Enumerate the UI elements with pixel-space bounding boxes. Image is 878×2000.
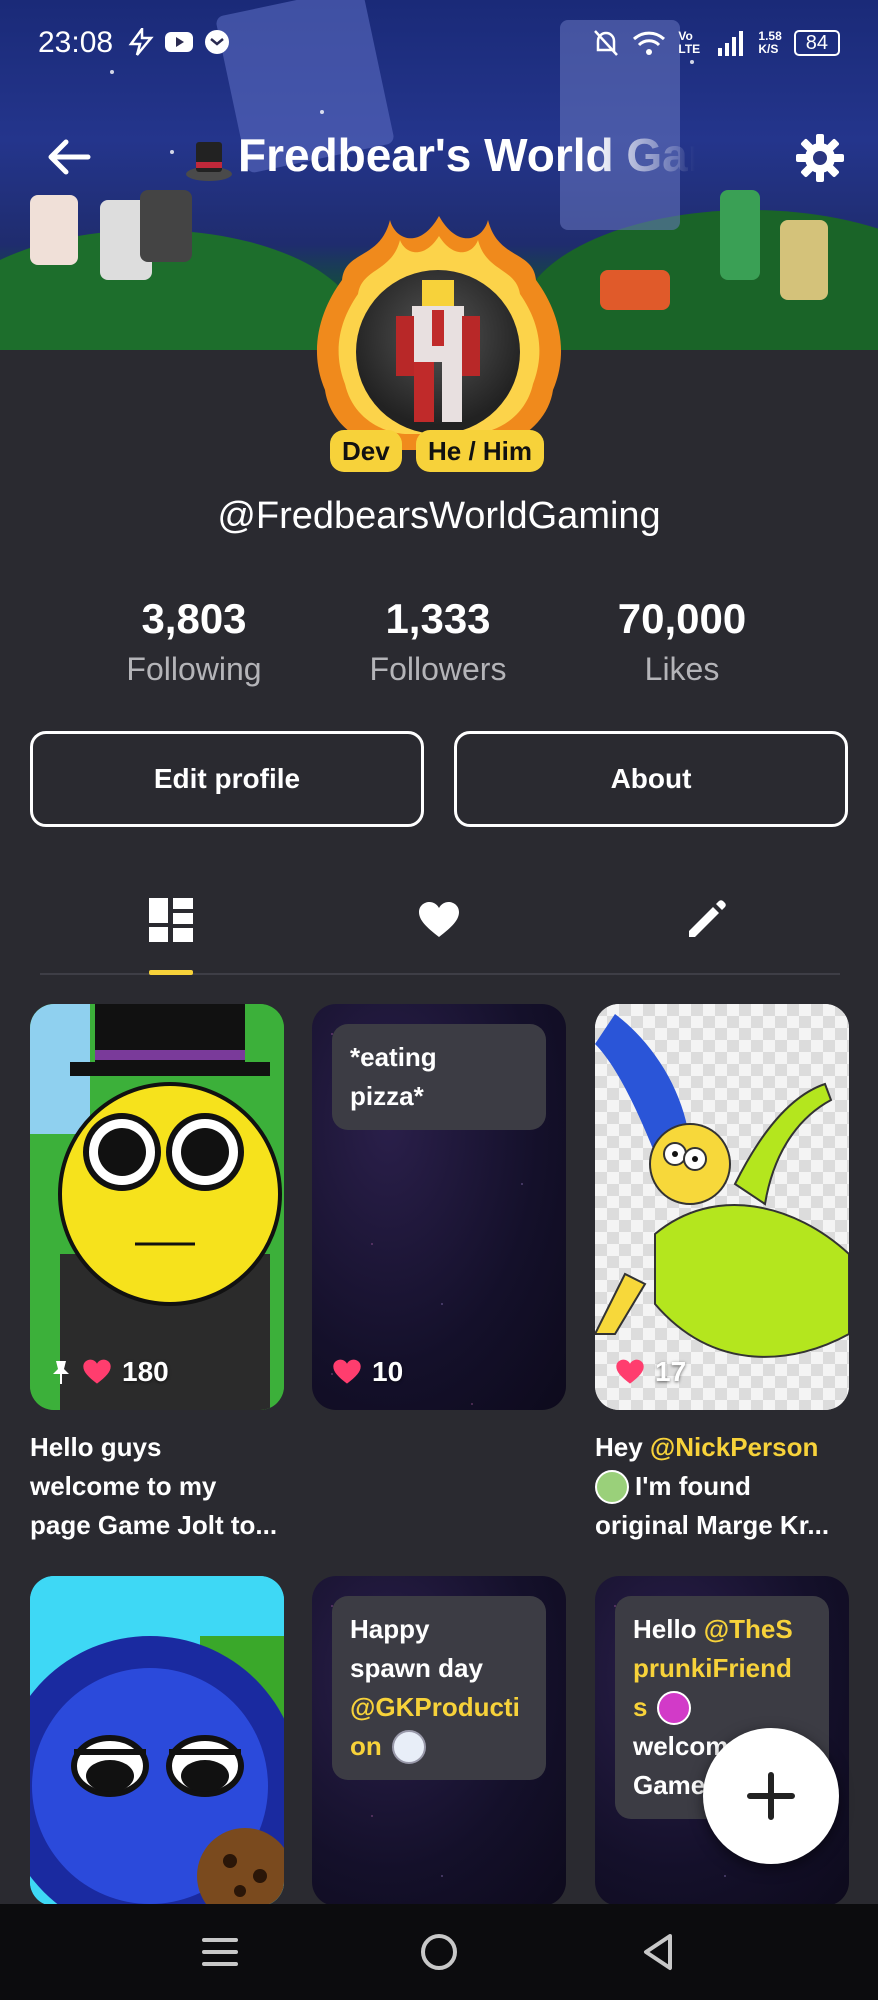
mute-bell-icon bbox=[594, 30, 619, 56]
post-thumbnail bbox=[30, 1576, 284, 1906]
mail-badge-icon bbox=[205, 30, 229, 54]
menu-icon bbox=[202, 1938, 238, 1966]
post-likes: 10 bbox=[332, 1356, 403, 1388]
system-indicators: Vo LTE 1.58 K/S 84 bbox=[592, 28, 840, 58]
like-count: 180 bbox=[122, 1356, 169, 1387]
caption-line: I'm found bbox=[635, 1471, 751, 1501]
heart-icon bbox=[616, 1359, 644, 1384]
mention-link[interactable]: @TheS bbox=[704, 1614, 793, 1644]
bubble-line: spawn day bbox=[350, 1653, 483, 1683]
pronouns-badge: He / Him bbox=[416, 430, 545, 472]
settings-button[interactable] bbox=[794, 132, 846, 184]
youtube-icon bbox=[165, 32, 193, 52]
caption-line: page Game Jolt to... bbox=[30, 1510, 278, 1540]
bolt-icon bbox=[128, 28, 154, 56]
signal-icon bbox=[718, 31, 744, 56]
pin-icon bbox=[53, 1361, 69, 1384]
edit-profile-button[interactable]: Edit profile bbox=[30, 731, 424, 827]
tab-liked[interactable] bbox=[409, 890, 469, 950]
emoji-avatar-icon bbox=[657, 1690, 692, 1725]
avatar-character bbox=[396, 280, 480, 422]
tab-posts-drafts[interactable] bbox=[676, 890, 736, 950]
clock: 23:08 bbox=[38, 26, 114, 59]
top-app-bar: Fredbear's World Gaming bbox=[0, 120, 878, 200]
pencil-icon bbox=[689, 900, 726, 937]
dashboard-grid-icon bbox=[149, 898, 193, 942]
followers-label: Followers bbox=[369, 651, 507, 687]
dev-badge: Dev bbox=[330, 430, 402, 472]
create-post-button[interactable] bbox=[703, 1728, 839, 1864]
like-count: 10 bbox=[372, 1356, 404, 1387]
wifi-icon bbox=[633, 31, 666, 55]
post-likes: 17 bbox=[615, 1356, 686, 1388]
bubble-prefix: Hello bbox=[633, 1614, 704, 1644]
stat-followers[interactable]: 1,333 Followers bbox=[328, 595, 548, 688]
arrow-left-icon bbox=[48, 139, 91, 175]
post-caption[interactable]: Hey @NickPerson I'm found original Marge… bbox=[595, 1428, 849, 1545]
post-card[interactable]: Happy spawn day @GKProducti on bbox=[312, 1576, 566, 1906]
bubble-line: Happy bbox=[350, 1614, 430, 1644]
caption-line: welcome to my bbox=[30, 1471, 217, 1501]
net-speed: 1.58 K/S bbox=[758, 30, 781, 56]
like-count: 17 bbox=[655, 1356, 687, 1387]
followers-count: 1,333 bbox=[385, 595, 491, 642]
text-bubble: *eating pizza* bbox=[332, 1024, 546, 1130]
mention-link[interactable]: @NickPerson bbox=[650, 1432, 818, 1462]
likes-label: Likes bbox=[644, 651, 720, 687]
system-nav-bar bbox=[0, 1904, 878, 2000]
home-button[interactable] bbox=[415, 1928, 463, 1976]
caption-line: Hello guys bbox=[30, 1432, 162, 1462]
bubble-line: *eating bbox=[350, 1042, 437, 1072]
plus-icon bbox=[747, 1772, 795, 1820]
post-card[interactable]: *eating pizza* 10 bbox=[312, 1004, 566, 1410]
back-nav-button[interactable] bbox=[634, 1928, 682, 1976]
bubble-line: pizza* bbox=[350, 1081, 424, 1111]
status-bar: 23:08 Vo LTE 1.58 K/S 84 bbox=[0, 0, 878, 90]
mention-link[interactable]: prunkiFriend bbox=[633, 1649, 811, 1688]
mention-link[interactable]: @GKProducti bbox=[350, 1688, 528, 1727]
mention-link[interactable]: s bbox=[633, 1688, 647, 1727]
notification-icons bbox=[128, 28, 230, 56]
back-button[interactable] bbox=[44, 132, 94, 182]
page-title: Fredbear's World Gaming bbox=[180, 128, 695, 182]
post-card[interactable]: 180 bbox=[30, 1004, 284, 1410]
following-count: 3,803 bbox=[141, 595, 247, 642]
post-caption[interactable]: Hello guys welcome to my page Game Jolt … bbox=[30, 1428, 284, 1545]
recents-button[interactable] bbox=[196, 1928, 244, 1976]
volte-label: Vo LTE bbox=[678, 29, 701, 56]
post-likes: 180 bbox=[50, 1356, 169, 1388]
profile-stats: 3,803 Following 1,333 Followers 70,000 L… bbox=[0, 595, 878, 705]
heart-icon bbox=[419, 902, 459, 937]
back-triangle-icon bbox=[644, 1934, 672, 1970]
gear-icon bbox=[796, 134, 844, 182]
mention-link[interactable]: on bbox=[350, 1727, 382, 1766]
post-card[interactable] bbox=[30, 1576, 284, 1906]
net-speed-unit: K/S bbox=[758, 42, 779, 56]
post-card[interactable]: 17 bbox=[595, 1004, 849, 1410]
battery-indicator: 84 bbox=[793, 30, 840, 56]
likes-count: 70,000 bbox=[617, 595, 747, 642]
home-circle-icon bbox=[421, 1934, 457, 1970]
emoji-avatar-icon bbox=[595, 1469, 629, 1504]
tab-posts[interactable] bbox=[141, 890, 201, 950]
stat-following[interactable]: 3,803 Following bbox=[84, 595, 304, 688]
heart-icon bbox=[333, 1359, 361, 1384]
emoji-avatar-icon bbox=[391, 1729, 426, 1764]
title-text: Fredbear's World Gaming bbox=[238, 129, 695, 181]
post-thumbnail bbox=[30, 1004, 284, 1410]
caption-line: original Marge Kr... bbox=[595, 1510, 830, 1540]
about-button[interactable]: About bbox=[454, 731, 848, 827]
active-tab-indicator bbox=[149, 970, 193, 975]
profile-tabs bbox=[40, 880, 840, 975]
avatar-image bbox=[356, 270, 520, 434]
text-bubble: Happy spawn day @GKProducti on bbox=[332, 1596, 546, 1780]
following-label: Following bbox=[126, 651, 262, 687]
heart-icon bbox=[83, 1359, 111, 1384]
username-handle: @FredbearsWorldGaming bbox=[217, 495, 661, 537]
post-thumbnail bbox=[595, 1004, 849, 1410]
stat-likes[interactable]: 70,000 Likes bbox=[572, 595, 792, 688]
caption-prefix: Hey bbox=[595, 1432, 650, 1462]
